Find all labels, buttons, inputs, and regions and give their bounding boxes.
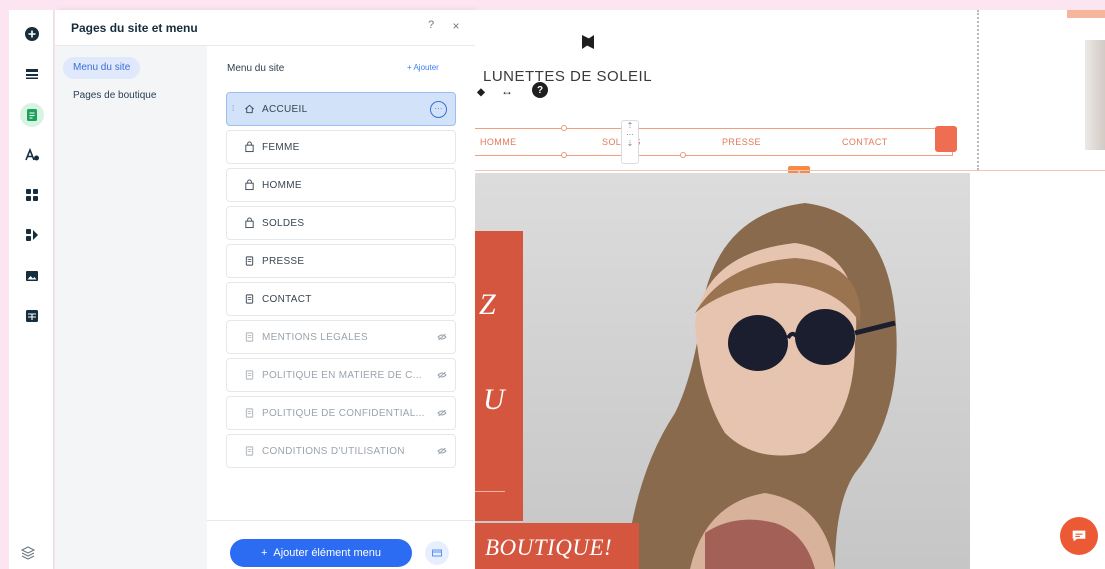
- drag-handle-icon[interactable]: ⁞: [232, 104, 236, 114]
- add-icon[interactable]: [20, 22, 44, 46]
- hidden-eye-icon[interactable]: [437, 333, 447, 341]
- resize-handle[interactable]: [561, 125, 567, 131]
- nav-link-contact[interactable]: CONTACT: [842, 137, 888, 147]
- pages-menu-panel: Pages du site et menu ? × Menu du site P…: [55, 10, 475, 569]
- nav-link-homme[interactable]: HOMME: [480, 137, 517, 147]
- menus-icon[interactable]: [20, 62, 44, 86]
- menu-item[interactable]: CONDITIONS D'UTILISATION: [226, 434, 456, 468]
- page-icon: [242, 254, 256, 268]
- red-text-block[interactable]: [475, 231, 523, 521]
- menu-item-label: FEMME: [262, 141, 300, 153]
- menu-item-label: CONDITIONS D'UTILISATION: [262, 445, 405, 457]
- site-logo-icon[interactable]: [578, 32, 598, 52]
- media-icon[interactable]: [20, 264, 44, 288]
- page-icon: [242, 444, 256, 458]
- left-toolbar: [9, 10, 54, 569]
- drag-handle-icon[interactable]: ⇡ ⋯ ⇣: [621, 120, 639, 164]
- menu-item-label: CONTACT: [262, 293, 312, 305]
- close-icon[interactable]: ×: [449, 19, 463, 33]
- help-circle-icon[interactable]: ?: [532, 82, 548, 98]
- menu-item[interactable]: SOLDES: [226, 206, 456, 240]
- bag-icon: [242, 140, 256, 154]
- plus-icon: +: [260, 547, 268, 559]
- apps-icon[interactable]: [20, 183, 44, 207]
- site-canvas[interactable]: LUNETTES DE SOLEIL ◆ ↔ ? HOMME SOLDES PR…: [473, 10, 1105, 569]
- hero-letter: U: [483, 383, 505, 416]
- panel-subnav: Menu du site Pages de boutique: [55, 46, 207, 569]
- app-market-icon[interactable]: [20, 223, 44, 247]
- guide-line: [475, 170, 1105, 171]
- header-boundary: [977, 10, 979, 170]
- subnav-item-site-menu[interactable]: Menu du site: [63, 57, 141, 79]
- home-icon: [242, 102, 256, 116]
- hidden-eye-icon[interactable]: [437, 371, 447, 379]
- menu-item-label: MENTIONS LÉGALES: [262, 331, 368, 343]
- bag-icon: [242, 216, 256, 230]
- page-icon: [242, 330, 256, 344]
- page-icon: [242, 292, 256, 306]
- add-link[interactable]: + Ajouter: [407, 63, 439, 72]
- menu-item-label: PRESSE: [262, 255, 305, 267]
- subnav-item-shop-pages[interactable]: Pages de boutique: [63, 85, 166, 107]
- bag-icon: [242, 178, 256, 192]
- page-icon: [242, 406, 256, 420]
- resize-handle[interactable]: [561, 152, 567, 158]
- side-image[interactable]: [1085, 40, 1105, 150]
- layers-icon[interactable]: [20, 545, 36, 561]
- hidden-eye-icon[interactable]: [437, 409, 447, 417]
- menu-item-label: POLITIQUE EN MATIÈRE DE C...: [262, 369, 422, 381]
- resize-handle[interactable]: [680, 152, 686, 158]
- stretch-icon[interactable]: ↔: [499, 83, 515, 99]
- section-tag: [1067, 10, 1105, 18]
- menu-item[interactable]: FEMME: [226, 130, 456, 164]
- site-nav-bar[interactable]: HOMME SOLDES PRESSE CONTACT: [475, 128, 953, 156]
- shop-icon[interactable]: [425, 541, 449, 565]
- nav-link-presse[interactable]: PRESSE: [722, 137, 761, 147]
- divider: [475, 491, 505, 492]
- menu-item[interactable]: PRESSE: [226, 244, 456, 278]
- menu-item[interactable]: MENTIONS LÉGALES: [226, 320, 456, 354]
- model-photo: [625, 203, 897, 569]
- help-icon[interactable]: ?: [424, 19, 438, 33]
- menu-item-label: SOLDES: [262, 217, 305, 229]
- pages-icon[interactable]: [20, 103, 44, 127]
- theme-icon[interactable]: [20, 143, 44, 167]
- hero-image[interactable]: Z U BOUTIQUE!: [475, 173, 970, 569]
- menu-item-label: POLITIQUE DE CONFIDENTIAL...: [262, 407, 425, 419]
- hidden-eye-icon[interactable]: [437, 447, 447, 455]
- menu-item-label: HOMME: [262, 179, 302, 191]
- add-menu-item-button[interactable]: + Ajouter élément menu: [230, 539, 412, 567]
- cart-icon[interactable]: [935, 126, 957, 152]
- move-icon[interactable]: ◆: [473, 84, 489, 100]
- cms-icon[interactable]: [20, 304, 44, 328]
- menu-column: Menu du site + Ajouter ⁞ ACCUEIL ··· FEM…: [207, 46, 475, 569]
- hero-letter: Z: [479, 288, 496, 321]
- panel-header: Pages du site et menu ? ×: [55, 10, 475, 46]
- page-icon: [242, 368, 256, 382]
- menu-item[interactable]: CONTACT: [226, 282, 456, 316]
- panel-footer: + Ajouter élément menu: [207, 520, 475, 569]
- boutique-banner-text: BOUTIQUE!: [485, 535, 613, 560]
- menu-item-label: ACCUEIL: [262, 103, 308, 115]
- panel-title: Pages du site et menu: [71, 21, 198, 35]
- chat-icon[interactable]: [1060, 517, 1098, 555]
- menu-item[interactable]: ⁞ ACCUEIL ···: [226, 92, 456, 126]
- menu-item[interactable]: POLITIQUE EN MATIÈRE DE C...: [226, 358, 456, 392]
- menu-column-title: Menu du site: [227, 63, 285, 74]
- menu-item[interactable]: HOMME: [226, 168, 456, 202]
- menu-item[interactable]: POLITIQUE DE CONFIDENTIAL...: [226, 396, 456, 430]
- add-menu-item-label: Ajouter élément menu: [273, 547, 382, 559]
- more-actions-icon[interactable]: ···: [430, 101, 447, 118]
